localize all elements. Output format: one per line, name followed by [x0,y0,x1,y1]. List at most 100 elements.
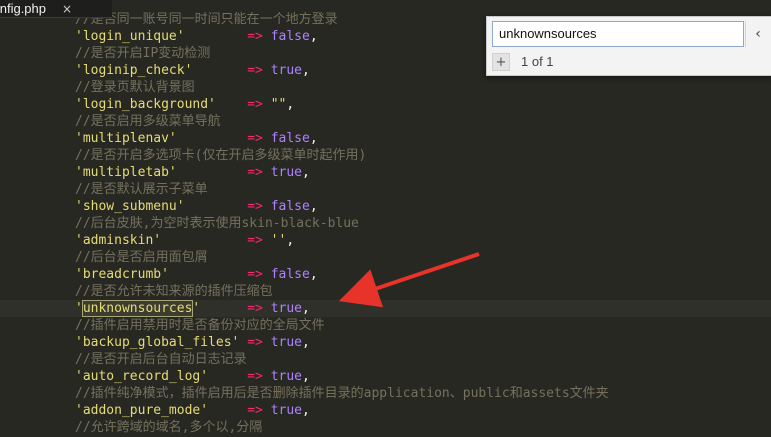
comment-text: //是否开启IP变动检测 [75,46,211,61]
code-line[interactable]: 'login_background' => "", [75,96,294,113]
config-key: 'login_background' [75,97,216,112]
comma: , [302,301,310,316]
config-key: 'show_submenu' [75,199,185,214]
arrow-operator: => [247,199,263,214]
code-line[interactable]: 'multiplenav' => false, [75,130,318,147]
comment-text: //是否同一账号同一时间只能在一个地方登录 [75,12,338,27]
chevron-left-icon[interactable]: ‹ [745,21,770,47]
comment-text: //插件启用禁用时是否备份对应的全局文件 [75,318,325,333]
code-line[interactable]: 'addon_pure_mode' => true, [75,402,310,419]
code-comment-line[interactable]: //是否开启多选项卡(仅在开启多级菜单时起作用) [75,147,366,164]
comma: , [286,233,295,248]
code-line[interactable]: 'multipletab' => true, [75,164,310,181]
comma: , [302,403,310,418]
config-key: 'loginip_check' [75,63,193,78]
arrow-operator: => [247,131,263,146]
comma: , [302,165,310,180]
code-comment-line[interactable]: //是否开启后台自动日志记录 [75,351,247,368]
config-value: true [270,301,302,316]
code-comment-line[interactable]: //登录页默认背景图 [75,79,195,96]
code-comment-line[interactable]: //是否启用多级菜单导航 [75,113,221,130]
find-input[interactable]: unknownsources [492,21,744,47]
arrow-operator: => [247,369,263,384]
config-value: false [270,267,310,282]
code-comment-line[interactable]: //是否允许未知来源的插件压缩包 [75,283,273,300]
add-button[interactable]: + [492,53,510,71]
file-tab-title: config.php [0,1,46,16]
code-line[interactable]: 'show_submenu' => false, [75,198,318,215]
config-value: true [270,165,302,180]
code-comment-line[interactable]: //后台皮肤,为空时表示使用skin-black-blue [75,215,359,232]
arrow-operator: => [247,63,263,78]
comma: , [309,131,318,146]
code-comment-line[interactable]: //插件启用禁用时是否备份对应的全局文件 [75,317,325,334]
file-tab[interactable]: config.php × [0,0,112,18]
code-line[interactable]: 'breadcrumb' => false, [75,266,318,283]
code-line[interactable]: 'loginip_check' => true, [75,62,310,79]
close-icon[interactable]: × [62,2,72,16]
code-comment-line[interactable]: //插件纯净模式，插件启用后是否删除插件目录的application、publi… [75,385,609,402]
match-count: 1 of 1 [521,54,554,69]
quote: ' [75,301,83,316]
code-comment-line[interactable]: //是否同一账号同一时间只能在一个地方登录 [75,11,338,28]
config-value: true [270,335,302,350]
config-key: 'breadcrumb' [75,267,169,282]
arrow-operator: => [247,97,263,112]
comma: , [286,97,295,112]
config-value: false [270,29,310,44]
code-line[interactable]: 'unknownsources' => true, [0,300,771,317]
code-line[interactable]: 'backup_global_files' => true, [75,334,310,351]
comment-text: //是否默认展示子菜单 [75,182,208,197]
code-comment-line[interactable]: //是否开启IP变动检测 [75,45,210,62]
code-comment-line[interactable]: //允许跨域的域名,多个以,分隔 [75,419,262,436]
config-key: 'multipletab' [75,165,177,180]
config-value: "" [270,97,287,112]
comment-text: //登录页默认背景图 [75,80,195,95]
code-comment-line[interactable]: //是否默认展示子菜单 [75,181,208,198]
config-key: 'adminskin' [75,233,162,248]
arrow-operator: => [247,233,263,248]
config-value: true [270,63,302,78]
comment-text: //是否开启后台自动日志记录 [75,352,247,367]
comma: , [309,29,318,44]
arrow-operator: => [247,165,263,180]
search-match-highlight: unknownsources [81,300,194,317]
comma: , [302,335,310,350]
arrow-operator: => [247,403,263,418]
arrow-operator: => [247,267,263,282]
arrow-operator: => [247,335,263,350]
comma: , [309,267,318,282]
config-key: 'login_unique' [75,29,185,44]
code-comment-line[interactable]: //后台是否启用面包屑 [75,249,208,266]
config-value: false [270,131,310,146]
comment-text: //是否启用多级菜单导航 [75,114,221,129]
comma: , [302,369,310,384]
find-panel: unknownsources ‹ + 1 of 1 [486,16,771,76]
config-value: true [270,403,302,418]
code-line[interactable]: 'adminskin' => '', [75,232,294,249]
code-line[interactable]: 'login_unique' => false, [75,28,318,45]
config-key: 'auto_record_log' [75,369,209,384]
comment-text: //是否开启多选项卡(仅在开启多级菜单时起作用) [75,148,367,163]
comment-text: //是否允许未知来源的插件压缩包 [75,284,273,299]
comment-text: //允许跨域的域名,多个以,分隔 [75,420,263,435]
config-key: 'addon_pure_mode' [75,403,209,418]
config-value: true [270,369,302,384]
arrow-operator: => [247,29,263,44]
comment-text: //插件纯净模式，插件启用后是否删除插件目录的application、publi… [75,386,609,401]
code-line[interactable]: 'auto_record_log' => true, [75,368,310,385]
comma: , [302,63,310,78]
config-value: '' [270,233,287,248]
config-key: 'multiplenav' [75,131,177,146]
